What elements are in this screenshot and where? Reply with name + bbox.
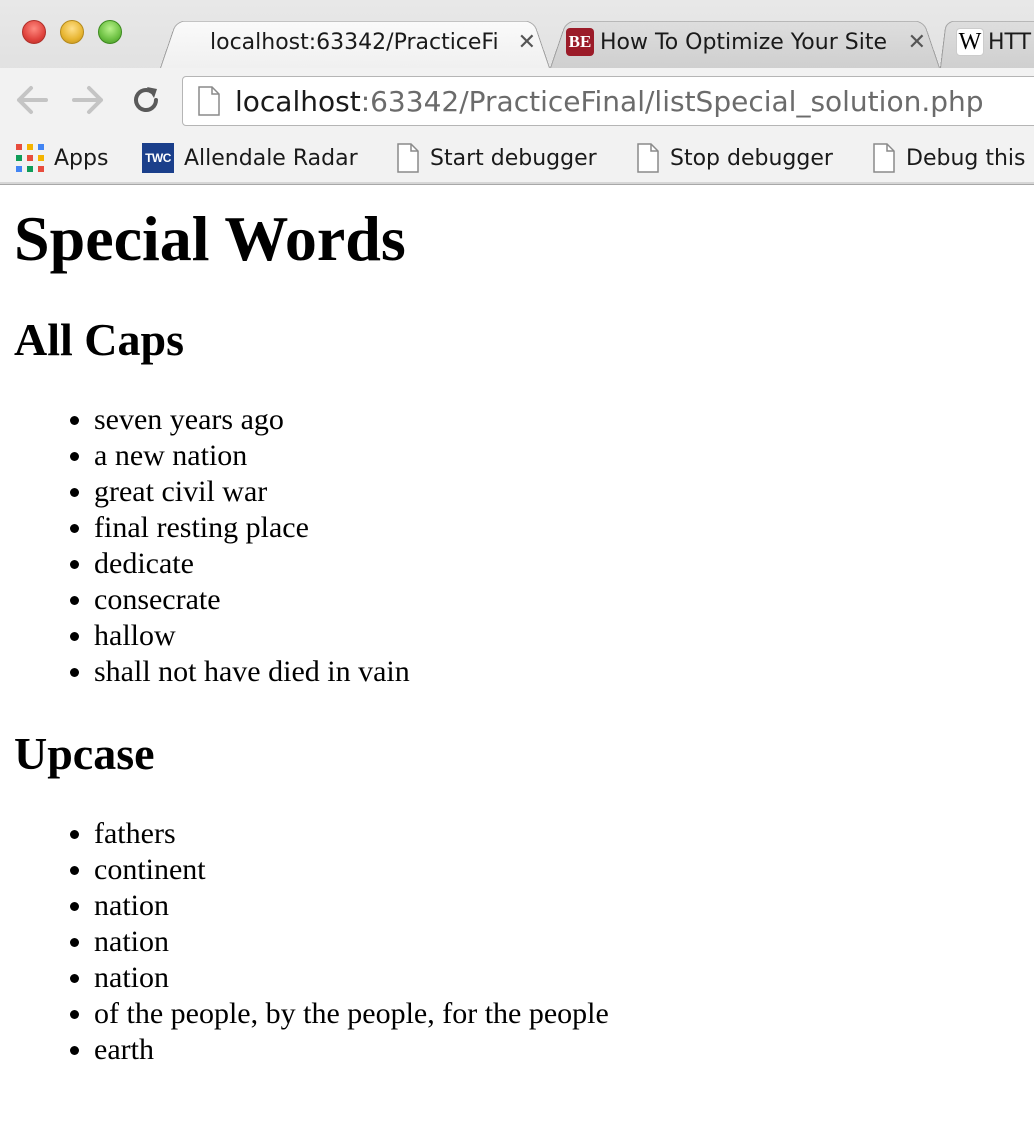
all-caps-list: seven years ago a new nation great civil… <box>14 402 1024 690</box>
zoom-window-button[interactable] <box>98 20 122 44</box>
navigation-toolbar: localhost:63342/PracticeFinal/listSpecia… <box>0 68 1034 134</box>
page-content: Special Words All Caps seven years ago a… <box>14 184 1024 1068</box>
address-bar[interactable]: localhost:63342/PracticeFinal/listSpecia… <box>182 76 1034 126</box>
bookmark-debug-this[interactable]: Debug this <box>872 140 1026 176</box>
page-icon <box>198 86 220 116</box>
minimize-window-button[interactable] <box>60 20 84 44</box>
list-item: fathers <box>94 816 1024 852</box>
list-item: nation <box>94 924 1024 960</box>
list-item: seven years ago <box>94 402 1024 438</box>
close-window-button[interactable] <box>22 20 46 44</box>
tab-title: HTT <box>988 29 1032 55</box>
tab-optimize-site[interactable]: BE How To Optimize Your Site ✕ <box>550 16 940 68</box>
bookmark-apps[interactable]: Apps <box>16 140 108 176</box>
close-tab-icon[interactable]: ✕ <box>908 30 926 55</box>
list-item: nation <box>94 960 1024 996</box>
reload-icon <box>134 87 158 112</box>
list-item: dedicate <box>94 546 1024 582</box>
section-heading-upcase: Upcase <box>14 728 155 779</box>
page-icon <box>636 143 660 173</box>
bookmark-start-debugger[interactable]: Start debugger <box>396 140 597 176</box>
bookmark-label: Allendale Radar <box>184 145 358 171</box>
bookmark-allendale-radar[interactable]: TWC Allendale Radar <box>142 140 358 176</box>
back-arrow-icon <box>17 86 48 114</box>
page-icon <box>872 143 896 173</box>
list-item: consecrate <box>94 582 1024 618</box>
wikipedia-favicon-icon: W <box>956 28 984 56</box>
url-path: :63342/PracticeFinal/listSpecial_solutio… <box>360 84 984 118</box>
be-favicon-icon: BE <box>566 28 594 56</box>
bookmarks-bar: Apps TWC Allendale Radar Start debugger … <box>0 134 1034 182</box>
url-text: localhost:63342/PracticeFinal/listSpecia… <box>235 85 984 118</box>
bookmark-label: Start debugger <box>430 145 597 171</box>
twc-icon: TWC <box>142 143 174 173</box>
bookmark-label: Apps <box>54 145 109 171</box>
list-item: shall not have died in vain <box>94 654 1024 690</box>
apps-grid-icon <box>16 144 44 172</box>
bookmark-stop-debugger[interactable]: Stop debugger <box>636 140 833 176</box>
url-host: localhost <box>235 84 361 118</box>
forward-arrow-icon <box>72 86 103 114</box>
forward-button[interactable] <box>70 82 106 118</box>
tab-localhost[interactable]: localhost:63342/PracticeFi ✕ <box>160 16 550 68</box>
window-controls <box>22 20 122 44</box>
page-icon <box>396 143 420 173</box>
list-item: final resting place <box>94 510 1024 546</box>
reload-button[interactable] <box>128 82 164 118</box>
list-item: a new nation <box>94 438 1024 474</box>
list-item: continent <box>94 852 1024 888</box>
bookmark-label: Debug this <box>906 145 1026 171</box>
tab-strip: localhost:63342/PracticeFi ✕ BE How To O… <box>0 0 1034 68</box>
bookmark-label: Stop debugger <box>670 145 833 171</box>
section-heading-all-caps: All Caps <box>14 314 184 365</box>
browser-chrome: localhost:63342/PracticeFi ✕ BE How To O… <box>0 0 1034 185</box>
list-item: earth <box>94 1032 1024 1068</box>
tab-wikipedia[interactable]: W HTT <box>940 16 1034 68</box>
tab-title: localhost:63342/PracticeFi <box>210 29 499 55</box>
close-tab-icon[interactable]: ✕ <box>518 30 536 55</box>
back-button[interactable] <box>14 82 50 118</box>
list-item: hallow <box>94 618 1024 654</box>
page-title: Special Words <box>14 203 406 274</box>
list-item: of the people, by the people, for the pe… <box>94 996 1024 1032</box>
tab-title: How To Optimize Your Site <box>600 29 887 55</box>
list-item: great civil war <box>94 474 1024 510</box>
upcase-list: fathers continent nation nation nation o… <box>14 816 1024 1068</box>
list-item: nation <box>94 888 1024 924</box>
